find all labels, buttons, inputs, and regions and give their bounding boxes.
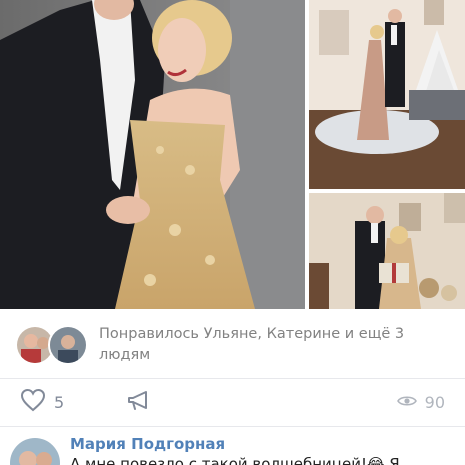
heart-icon [20,388,46,416]
comment-item: Мария Подгорная А мне повезло с такой во… [0,432,465,465]
likes-summary-row[interactable]: Понравилось Ульяне, Катерине и ещё 3 люд… [0,318,465,370]
liker-avatar-katerina[interactable] [48,325,88,365]
photo-gallery [0,0,465,309]
likes-summary-text[interactable]: Понравилось Ульяне, Катерине и ещё 3 люд… [99,324,449,366]
couple-portrait-photo[interactable] [0,0,305,309]
eye-icon [396,393,417,412]
comment-author-name[interactable]: Мария Подгорная [70,435,225,453]
views-counter: 90 [396,388,445,416]
couple-gift-photo[interactable] [309,193,465,309]
post-actions-bar: 5 90 [0,384,465,420]
comment-text: А мне повезло с такой волшебницей!😂 Я [70,455,400,465]
like-count: 5 [54,392,65,412]
share-icon [126,388,152,416]
divider [0,378,465,379]
comment-author-avatar[interactable] [10,438,60,465]
views-count: 90 [424,392,445,412]
couple-christmas-interior-photo[interactable] [309,0,465,189]
share-button[interactable] [126,388,152,416]
like-button[interactable]: 5 [20,388,64,416]
divider [0,426,465,427]
